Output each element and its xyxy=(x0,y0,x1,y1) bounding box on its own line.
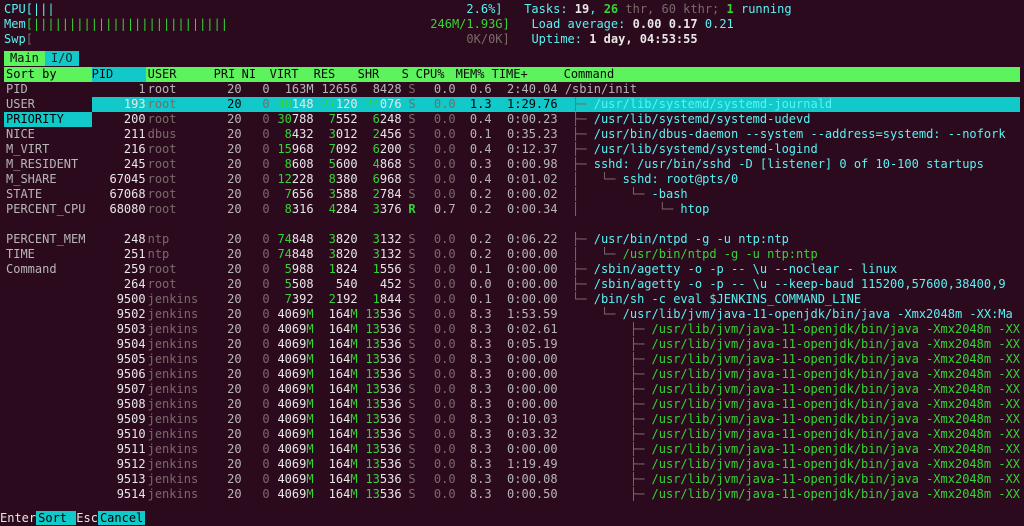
mem-meter-bar: [||||||||||||||||||||||||||| 246M/1.93G] xyxy=(26,17,510,31)
process-row[interactable]: 9502jenkins2004069M164M13536S0.08.31:53.… xyxy=(92,307,1020,322)
uptime-label: Uptime: xyxy=(531,32,589,46)
col-user[interactable]: USER xyxy=(146,67,214,82)
process-row[interactable]: 211dbus200843230122456S0.00.10:35.23 ├─ … xyxy=(92,127,1020,142)
col-mem[interactable]: MEM% xyxy=(456,67,492,82)
sortby-item[interactable]: PID xyxy=(4,82,92,97)
process-row[interactable]: 200root2003078875526248S0.00.40:00.23 ├─… xyxy=(92,112,1020,127)
tasks-label: Tasks: xyxy=(524,2,575,16)
action-sort[interactable]: Sort xyxy=(36,511,76,525)
tab-main[interactable]: Main xyxy=(4,51,45,66)
sortby-item[interactable]: M_RESIDENT xyxy=(4,157,92,172)
col-s[interactable]: S xyxy=(402,67,416,82)
screen-tabs: MainI/O xyxy=(4,51,1020,66)
tab-io[interactable]: I/O xyxy=(45,51,79,66)
col-shr[interactable]: SHR xyxy=(358,67,402,82)
sortby-item[interactable]: TIME xyxy=(4,247,92,262)
process-row[interactable]: 248ntp2007484838203132S0.00.20:06.22 ├─ … xyxy=(92,232,1020,247)
process-row[interactable]: 9513jenkins2004069M164M13536S0.08.30:00.… xyxy=(92,472,1020,487)
col-res[interactable]: RES xyxy=(314,67,358,82)
uptime-value: 1 day, 04:53:55 xyxy=(589,32,697,46)
sortby-item[interactable]: PRIORITY xyxy=(4,112,92,127)
sortby-item[interactable]: M_SHARE xyxy=(4,172,92,187)
sortby-item[interactable]: PERCENT_CPU xyxy=(4,202,92,217)
cpu-meter-bar: [||| 2.6%] xyxy=(26,2,503,16)
sortby-title: Sort by xyxy=(4,67,92,82)
process-row[interactable]: 216root2001596870926200S0.00.40:12.37 ├─… xyxy=(92,142,1020,157)
process-row[interactable]: 9510jenkins2004069M164M13536S0.08.30:03.… xyxy=(92,427,1020,442)
col-virt[interactable]: VIRT xyxy=(270,67,314,82)
process-row xyxy=(92,217,1020,232)
process-row[interactable]: 9508jenkins2004069M164M13536S0.08.30:00.… xyxy=(92,397,1020,412)
key-enter: Enter xyxy=(0,511,36,525)
process-row[interactable]: 251ntp2007484838203132S0.00.20:00.00 │ └… xyxy=(92,247,1020,262)
process-row[interactable]: 9500jenkins200739221921844S0.00.10:00.00… xyxy=(92,292,1020,307)
cpu-meter-label: CPU xyxy=(4,2,26,16)
col-time[interactable]: TIME+ xyxy=(492,67,558,82)
process-row[interactable]: 67068root200765635882784S0.00.20:00.02 │… xyxy=(92,187,1020,202)
swp-meter-label: Swp xyxy=(4,32,26,46)
process-row[interactable]: 9511jenkins2004069M164M13536S0.08.30:00.… xyxy=(92,442,1020,457)
sortby-panel: Sort by PIDUSERPRIORITYNICEM_VIRTM_RESID… xyxy=(4,67,92,502)
process-row[interactable]: 193root200481482712024076S0.01.31:29.76 … xyxy=(92,97,1020,112)
col-pri[interactable]: PRI xyxy=(214,67,242,82)
sortby-item[interactable]: NICE xyxy=(4,127,92,142)
table-header[interactable]: PID USER PRI NI VIRT RES SHR S CPU% MEM%… xyxy=(92,67,1020,82)
process-row[interactable]: 245root200860856004868S0.00.30:00.98 ├─ … xyxy=(92,157,1020,172)
col-ni[interactable]: NI xyxy=(242,67,270,82)
sortby-item[interactable]: STATE xyxy=(4,187,92,202)
tasks-threads: 26 xyxy=(604,2,618,16)
process-row[interactable]: 9504jenkins2004069M164M13536S0.08.30:05.… xyxy=(92,337,1020,352)
process-row[interactable]: 9505jenkins2004069M164M13536S0.08.30:00.… xyxy=(92,352,1020,367)
process-row[interactable]: 259root200598818241556S0.00.10:00.00 ├─ … xyxy=(92,262,1020,277)
tasks-procs: 19 xyxy=(575,2,589,16)
tasks-running: 1 xyxy=(727,2,734,16)
sortby-item[interactable] xyxy=(4,217,92,232)
process-row[interactable]: 67045root2001222883806968S0.00.40:01.02 … xyxy=(92,172,1020,187)
mem-meter-label: Mem xyxy=(4,17,26,31)
swp-meter-bar: [ 0K/0K] xyxy=(26,32,510,46)
footer-bar: EnterSort EscCancel xyxy=(0,511,1024,526)
col-pid[interactable]: PID xyxy=(92,67,146,82)
process-row[interactable]: 1root200163M126568428S0.00.62:40.04 /sbi… xyxy=(92,82,1020,97)
process-row[interactable]: 68080root200831642843376R0.70.20:00.34 │… xyxy=(92,202,1020,217)
process-row[interactable]: 9506jenkins2004069M164M13536S0.08.30:00.… xyxy=(92,367,1020,382)
process-row[interactable]: 264root2005508540452S0.00.00:00.00 ├─ /s… xyxy=(92,277,1020,292)
process-row[interactable]: 9512jenkins2004069M164M13536S0.08.31:19.… xyxy=(92,457,1020,472)
action-cancel[interactable]: Cancel xyxy=(98,511,145,525)
process-row[interactable]: 9507jenkins2004069M164M13536S0.08.30:00.… xyxy=(92,382,1020,397)
sortby-item[interactable]: USER xyxy=(4,97,92,112)
sortby-item[interactable]: PERCENT_MEM xyxy=(4,232,92,247)
sortby-item[interactable]: M_VIRT xyxy=(4,142,92,157)
load-label: Load average: xyxy=(531,17,632,31)
key-esc: Esc xyxy=(76,511,98,525)
col-cpu[interactable]: CPU% xyxy=(416,67,456,82)
sortby-item[interactable]: Command xyxy=(4,262,92,277)
process-row[interactable]: 9503jenkins2004069M164M13536S0.08.30:02.… xyxy=(92,322,1020,337)
process-row[interactable]: 9509jenkins2004069M164M13536S0.08.30:10.… xyxy=(92,412,1020,427)
process-table: PID USER PRI NI VIRT RES SHR S CPU% MEM%… xyxy=(92,67,1020,502)
process-row[interactable]: 9514jenkins2004069M164M13536S0.08.30:00.… xyxy=(92,487,1020,502)
col-cmd[interactable]: Command xyxy=(558,67,1020,82)
